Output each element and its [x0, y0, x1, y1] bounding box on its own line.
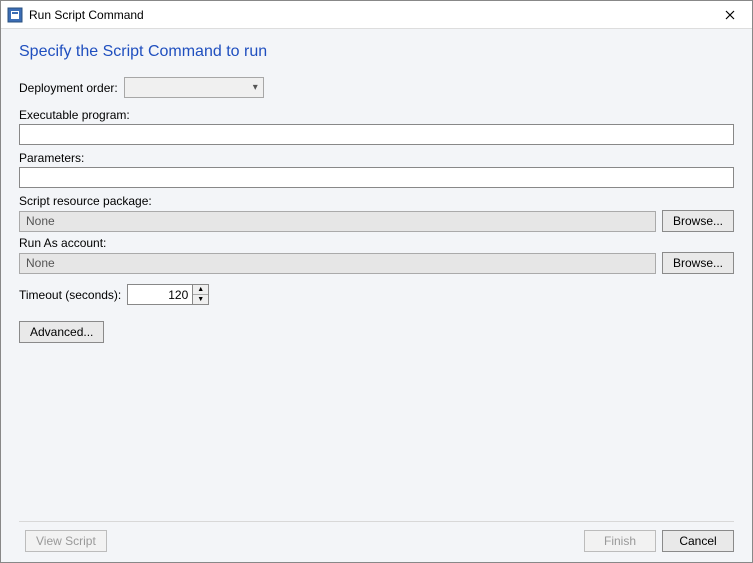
- timeout-stepper: ▲ ▼: [193, 284, 209, 305]
- page-heading: Specify the Script Command to run: [19, 43, 734, 61]
- app-icon: [7, 7, 23, 23]
- timeout-row: Timeout (seconds): ▲ ▼: [19, 284, 734, 305]
- script-resource-row: None Browse...: [19, 210, 734, 232]
- parameters-label: Parameters:: [19, 151, 734, 165]
- run-as-label: Run As account:: [19, 236, 734, 250]
- advanced-row: Advanced...: [19, 321, 734, 343]
- advanced-button[interactable]: Advanced...: [19, 321, 104, 343]
- parameters-input[interactable]: [19, 167, 734, 188]
- run-as-value: None: [19, 253, 656, 274]
- deployment-order-row: Deployment order: ▾: [19, 77, 734, 98]
- timeout-spinner: ▲ ▼: [127, 284, 209, 305]
- deployment-order-label: Deployment order:: [19, 81, 118, 95]
- executable-program-label: Executable program:: [19, 108, 734, 122]
- browse-run-as-button[interactable]: Browse...: [662, 252, 734, 274]
- run-as-row: None Browse...: [19, 252, 734, 274]
- client-area: Specify the Script Command to run Deploy…: [1, 29, 752, 562]
- script-resource-label: Script resource package:: [19, 194, 734, 208]
- deployment-order-combo[interactable]: ▾: [124, 77, 264, 98]
- browse-script-resource-button[interactable]: Browse...: [662, 210, 734, 232]
- script-resource-value: None: [19, 211, 656, 232]
- titlebar: Run Script Command: [1, 1, 752, 29]
- timeout-input[interactable]: [127, 284, 193, 305]
- window-title: Run Script Command: [29, 8, 710, 22]
- view-script-button[interactable]: View Script: [25, 530, 107, 552]
- timeout-label: Timeout (seconds):: [19, 288, 121, 302]
- close-button[interactable]: [710, 2, 750, 28]
- cancel-button[interactable]: Cancel: [662, 530, 734, 552]
- executable-program-input[interactable]: [19, 124, 734, 145]
- spin-down-button[interactable]: ▼: [193, 295, 208, 304]
- chevron-down-icon: ▾: [253, 83, 258, 93]
- dialog-footer: View Script Finish Cancel: [19, 521, 734, 552]
- spin-up-button[interactable]: ▲: [193, 285, 208, 295]
- dialog-window: Run Script Command Specify the Script Co…: [0, 0, 753, 563]
- finish-button[interactable]: Finish: [584, 530, 656, 552]
